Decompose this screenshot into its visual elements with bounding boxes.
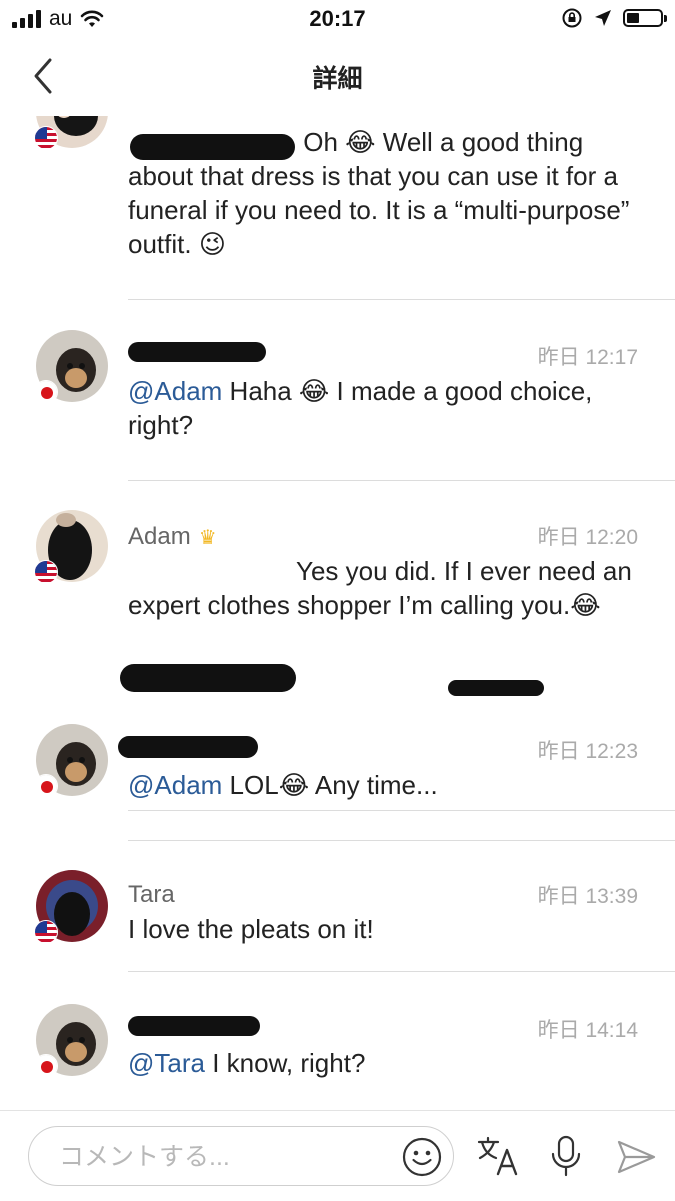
avatar[interactable] [34, 330, 108, 404]
crown-icon: ♛ [198, 527, 217, 549]
mention-link[interactable]: @Tara [128, 1048, 205, 1078]
location-arrow-icon [595, 10, 611, 26]
battery-icon [623, 9, 667, 27]
navigation-bar: 詳細 [0, 40, 675, 116]
redaction [130, 134, 295, 160]
comment-time: 昨日 14:14 [537, 1019, 638, 1042]
avatar[interactable] [34, 510, 108, 584]
redaction [448, 680, 544, 696]
divider [128, 971, 675, 972]
emoji-button[interactable] [401, 1136, 443, 1178]
comment-body: LOL😂 Any time... [222, 770, 438, 800]
divider [128, 810, 675, 811]
emoji-icon [402, 1137, 442, 1177]
comment-text: Yes you did. If I ever need an expert cl… [128, 554, 638, 622]
status-bar: au 20:17 [0, 0, 675, 40]
comment-composer [0, 1110, 675, 1201]
comment-time: 昨日 12:20 [537, 526, 638, 549]
avatar[interactable] [34, 116, 108, 150]
page-title: 詳細 [312, 65, 363, 93]
mention-link[interactable]: @Adam [128, 770, 222, 800]
us-flag-icon [34, 560, 58, 584]
comment-body: I love the pleats on it! [128, 914, 374, 944]
comment-body: I know, right? [204, 1048, 366, 1078]
comment-body: Yes you did. If I ever need an expert cl… [128, 556, 632, 620]
us-flag-icon [34, 920, 58, 944]
jp-flag-icon [34, 380, 58, 404]
rotation-lock-icon [562, 8, 582, 28]
jp-flag-icon [34, 774, 58, 798]
redaction [128, 342, 266, 362]
comment-time: 昨日 12:17 [537, 346, 638, 369]
comment-input-container[interactable] [28, 1126, 454, 1186]
mention-link[interactable]: @Adam [128, 376, 222, 406]
redaction [128, 1016, 260, 1036]
comment-text: I love the pleats on it! [128, 912, 638, 946]
redaction [120, 664, 296, 692]
jp-flag-icon [34, 1054, 58, 1078]
redaction [118, 736, 258, 758]
comment-text: @Tara I know, right? [128, 1046, 638, 1080]
send-button[interactable] [614, 1136, 658, 1180]
us-flag-icon [34, 126, 58, 150]
author-name[interactable]: Adam [128, 523, 191, 550]
avatar[interactable] [34, 1004, 108, 1078]
comment-time: 昨日 12:23 [537, 740, 638, 763]
divider [128, 299, 675, 300]
comment-author[interactable]: Tara [128, 881, 175, 909]
comment-text: @Adam LOL😂 Any time... [128, 768, 638, 802]
divider [128, 480, 675, 481]
send-icon [617, 1140, 656, 1174]
translate-icon [477, 1136, 518, 1176]
translate-button[interactable] [476, 1134, 520, 1178]
voice-input-button[interactable] [544, 1134, 588, 1178]
microphone-icon [551, 1135, 581, 1177]
comment-list[interactable]: Oh 😂 Well a good thing about that dress … [0, 116, 675, 1110]
comment-author[interactable]: Adam ♛ [128, 523, 217, 551]
divider [128, 840, 675, 841]
comment-time: 昨日 13:39 [537, 885, 638, 908]
avatar[interactable] [34, 724, 108, 798]
avatar[interactable] [34, 870, 108, 944]
comment-input[interactable] [57, 1139, 391, 1175]
comment-text: @Adam Haha 😂 I made a good choice, right… [128, 374, 638, 442]
